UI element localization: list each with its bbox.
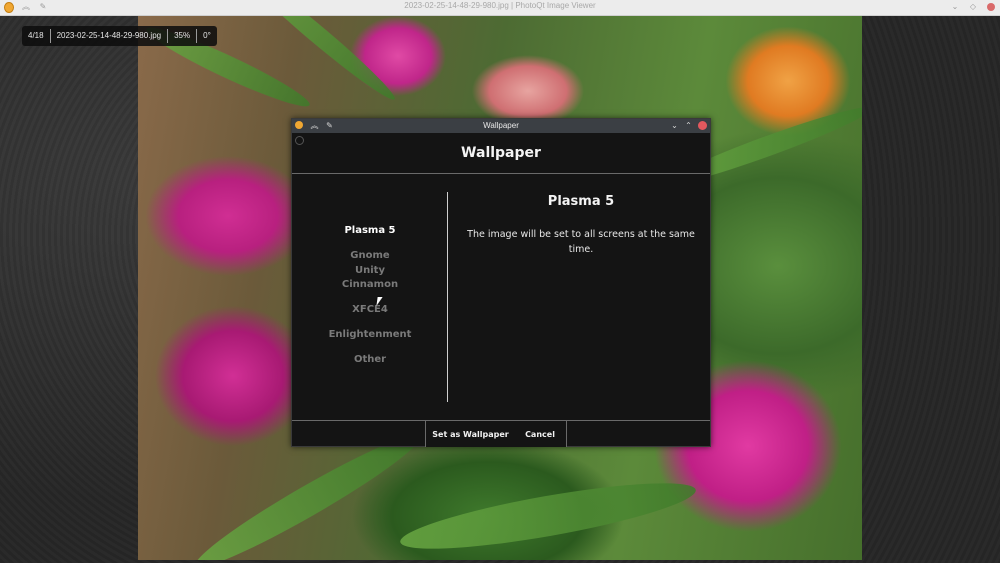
maximize-icon[interactable]: ◇ (968, 2, 978, 12)
close-icon[interactable] (698, 121, 707, 130)
selected-option-title: Plasma 5 (547, 194, 615, 209)
dialog-header: Wallpaper (292, 133, 710, 174)
selected-option-details: Plasma 5 The image will be set to all sc… (452, 174, 710, 420)
selected-option-description: The image will be set to all screens at … (467, 229, 695, 255)
option-gnome[interactable]: Gnome (292, 250, 448, 261)
option-cinnamon[interactable]: Cinnamon (292, 279, 448, 290)
zoom-level: 35% (174, 31, 191, 40)
dialog-window-title: Wallpaper (483, 121, 519, 130)
image-position: 4/18 (28, 31, 44, 40)
wallpaper-dialog: ︽ ✎ Wallpaper ⌄ ⌃ Wallpaper Plasma 5 Gno… (291, 118, 711, 447)
main-titlebar: ︽ ✎ 2023-02-25-14-48-29-980.jpg | PhotoQ… (0, 0, 1000, 16)
cancel-button[interactable]: Cancel (514, 421, 567, 447)
dialog-footer: Set as Wallpaper Cancel (292, 420, 710, 447)
option-xfce4[interactable]: XFCE4 (292, 304, 448, 315)
option-plasma5[interactable]: Plasma 5 (292, 225, 448, 236)
dialog-heading: Wallpaper (461, 145, 541, 161)
maximize-icon[interactable]: ⌃ (684, 121, 693, 130)
minimize-icon[interactable]: ⌄ (670, 121, 679, 130)
option-other[interactable]: Other (292, 354, 448, 365)
dialog-titlebar-right: ⌄ ⌃ (670, 121, 707, 130)
dialog-body: Plasma 5 Gnome Unity Cinnamon XFCE4 Enli… (292, 174, 710, 420)
dialog-titlebar[interactable]: ︽ ✎ Wallpaper ⌄ ⌃ (292, 119, 710, 133)
window-title: 2023-02-25-14-48-29-980.jpg | PhotoQt Im… (404, 1, 596, 10)
option-unity[interactable]: Unity (292, 265, 448, 276)
image-info-bar: 4/18 2023-02-25-14-48-29-980.jpg 35% 0° (22, 26, 217, 46)
option-enlightenment[interactable]: Enlightenment (292, 329, 448, 340)
desktop-environment-list: Plasma 5 Gnome Unity Cinnamon XFCE4 Enli… (292, 174, 448, 420)
image-filename: 2023-02-25-14-48-29-980.jpg (56, 31, 162, 40)
set-as-wallpaper-button[interactable]: Set as Wallpaper (425, 421, 516, 447)
vertical-divider (447, 192, 448, 402)
rotation-angle: 0° (203, 31, 211, 40)
titlebar-right-controls: ⌄ ◇ (950, 2, 996, 12)
close-icon[interactable] (986, 2, 996, 12)
minimize-icon[interactable]: ⌄ (950, 2, 960, 12)
